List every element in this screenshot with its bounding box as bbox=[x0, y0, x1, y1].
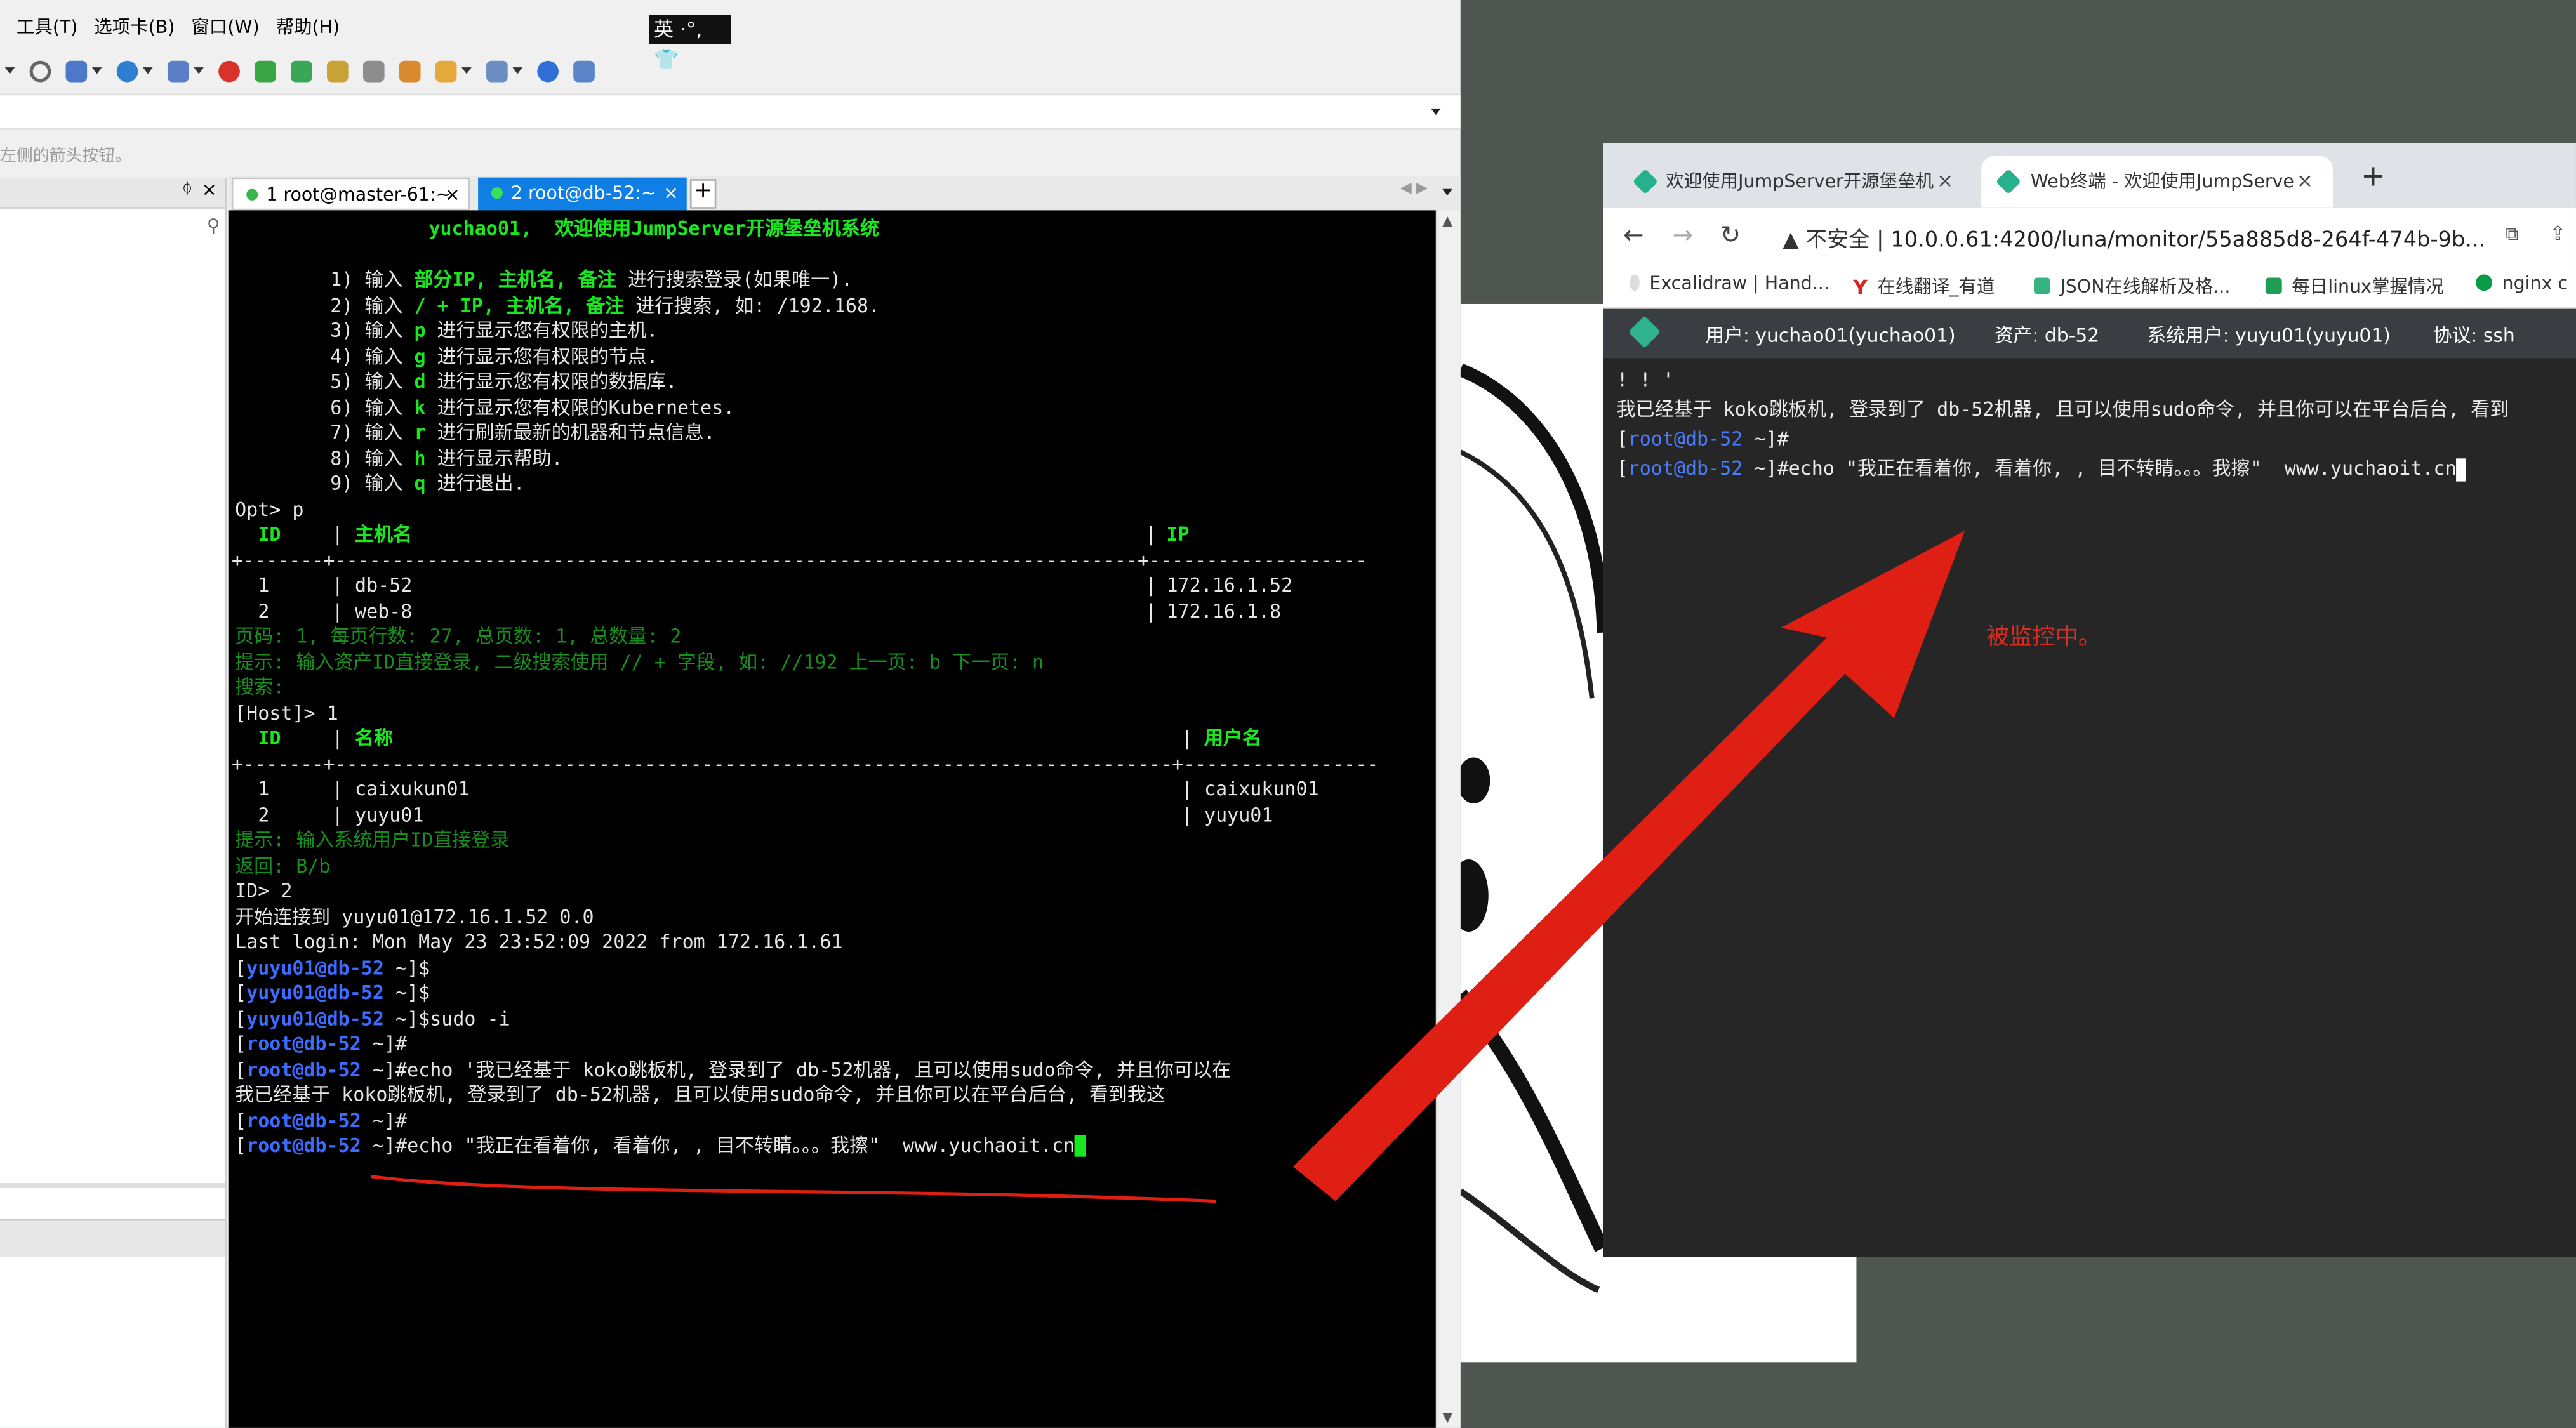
red-arrow-icon bbox=[1292, 531, 1965, 1201]
monitoring-annotation: 被监控中。 bbox=[1986, 624, 2102, 651]
annotation-overlay bbox=[371, 531, 1965, 1203]
red-underline bbox=[371, 1175, 1216, 1203]
